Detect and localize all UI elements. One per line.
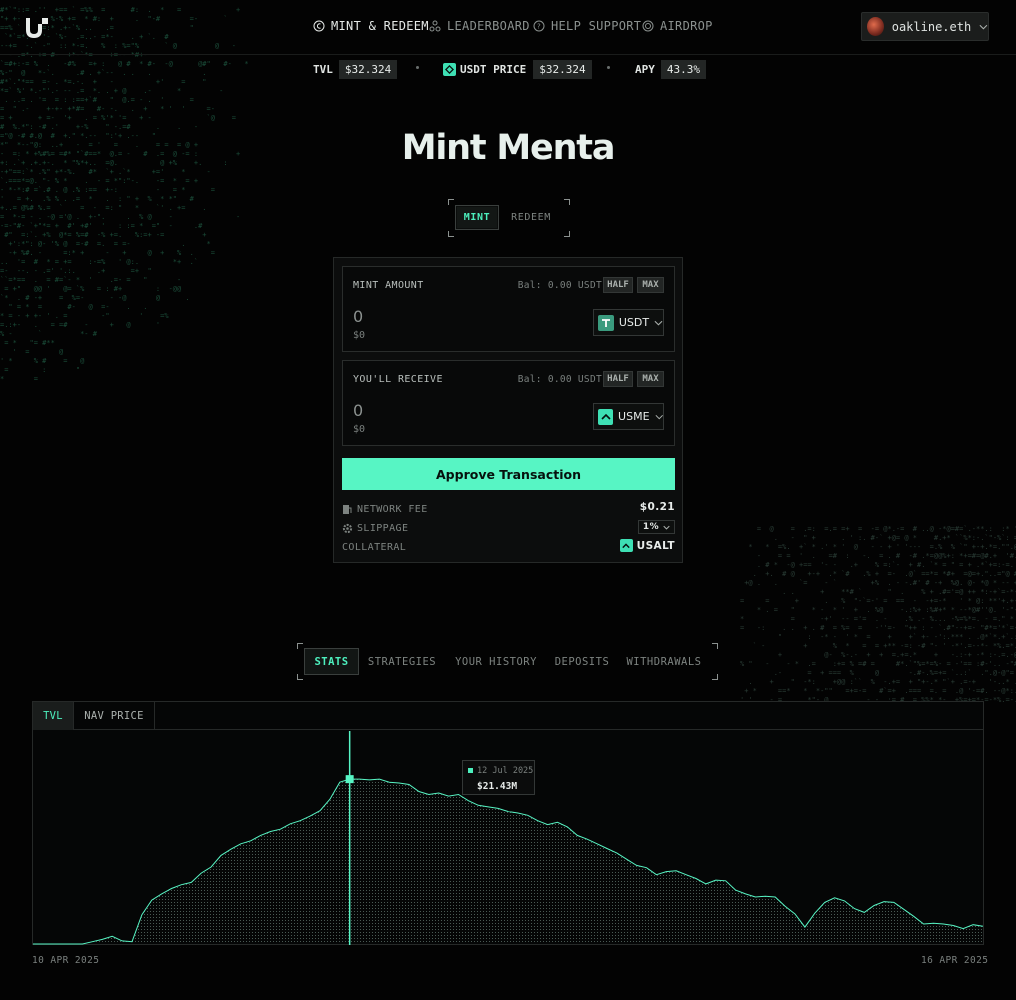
- network-fee-label: NETWORK FEE: [357, 503, 428, 515]
- usdt-icon: [443, 63, 456, 76]
- avatar: [867, 17, 884, 36]
- tooltip-date: 12 Jul 2025: [477, 766, 534, 776]
- max-button[interactable]: MAX: [637, 371, 664, 387]
- receive-usd-value: $0: [353, 424, 366, 435]
- separator-dot: [416, 66, 419, 69]
- nav-label: HELP SUPPORT: [551, 19, 642, 33]
- slippage-label: SLIPPAGE: [357, 522, 409, 534]
- mint-usd-value: $0: [353, 330, 366, 341]
- network-fee-row: NETWORK FEE $0.21: [342, 501, 675, 517]
- tab-your-history[interactable]: YOUR HISTORY: [451, 648, 541, 675]
- nav-label: AIRDROP: [660, 19, 713, 33]
- slippage-select[interactable]: 1%: [637, 520, 675, 534]
- stats-bar: TVL $32.324 USDT PRICE $32.324 APY 43.3%: [0, 54, 1016, 82]
- apy-stat: APY 43.3%: [635, 59, 706, 80]
- chart-tab-nav-price[interactable]: NAV PRICE: [74, 702, 155, 730]
- tooltip-value: $21.43M: [477, 781, 518, 792]
- collateral-row: COLLATERAL USALT: [342, 539, 675, 555]
- tvl-value: $32.324: [338, 60, 398, 79]
- nav-help-support[interactable]: ? HELP SUPPORT: [533, 19, 641, 33]
- mint-card: MINT AMOUNT Bal: 0.00 USDT HALF MAX 0 $0…: [333, 257, 683, 563]
- usalt-icon: [619, 539, 633, 552]
- chart-tooltip: 12 Jul 2025 $21.43M: [462, 760, 535, 795]
- mint-amount-label: MINT AMOUNT: [353, 280, 424, 291]
- chart-tabs: TVL NAV PRICE: [33, 702, 983, 730]
- stats-tabs: STATS STRATEGIES YOUR HISTORY DEPOSITS W…: [297, 643, 718, 680]
- top-nav: MINT & REDEEM LEADERBOARD ? HELP SUPPORT…: [0, 0, 1016, 54]
- chevron-down-icon: [655, 414, 663, 419]
- receive-panel: YOU'LL RECEIVE Bal: 0.00 USDT HALF MAX 0…: [342, 360, 675, 446]
- nav-leaderboard[interactable]: LEADERBOARD: [429, 19, 530, 33]
- page-title: Mint Menta: [401, 128, 616, 168]
- half-button[interactable]: HALF: [603, 371, 633, 387]
- leaderboard-icon: [429, 20, 441, 32]
- usdt-icon: [598, 314, 614, 331]
- receive-amount: 0: [353, 401, 364, 420]
- toggle-redeem[interactable]: REDEEM: [505, 205, 557, 230]
- nav-mint-redeem[interactable]: MINT & REDEEM: [313, 19, 429, 33]
- nav-label: LEADERBOARD: [447, 19, 530, 33]
- balance-text: Bal: 0.00 USDT: [517, 280, 602, 291]
- x-axis-end-label: 16 APR 2025: [921, 955, 989, 966]
- slippage-value: 1%: [642, 522, 659, 532]
- chevron-down-icon: [663, 525, 670, 530]
- airdrop-icon: [642, 20, 654, 32]
- mint-amount-input[interactable]: 0: [353, 307, 363, 326]
- balance-text: Bal: 0.00 USDT: [517, 374, 602, 385]
- half-button[interactable]: HALF: [603, 277, 633, 293]
- mint-amount-panel: MINT AMOUNT Bal: 0.00 USDT HALF MAX 0 $0…: [342, 266, 675, 352]
- collateral-value: USALT: [636, 539, 675, 552]
- tvl-label: TVL: [313, 63, 333, 76]
- wallet-address: oakline.eth: [891, 19, 972, 34]
- gear-icon: [342, 523, 353, 533]
- chart-area-fill: [33, 779, 983, 944]
- x-axis-start-label: 10 APR 2025: [32, 955, 100, 966]
- toggle-mint[interactable]: MINT: [455, 205, 499, 230]
- tab-stats[interactable]: STATS: [304, 648, 359, 675]
- tab-deposits[interactable]: DEPOSITS: [551, 648, 613, 675]
- network-fee-value: $0.21: [639, 501, 675, 513]
- apy-label: APY: [635, 63, 655, 76]
- usdt-price-label: USDT PRICE: [460, 63, 527, 76]
- fuel-icon: [343, 504, 352, 514]
- nav-label: MINT & REDEEM: [331, 19, 429, 33]
- usdt-price-value: $32.324: [533, 60, 592, 79]
- token-selector-usme[interactable]: USME: [593, 403, 664, 430]
- apy-value: 43.3%: [660, 60, 706, 79]
- tooltip-series-swatch: [468, 768, 473, 773]
- tab-withdrawals[interactable]: WITHDRAWALS: [624, 648, 704, 675]
- token-label: USME: [618, 410, 650, 423]
- chevron-down-icon: [979, 24, 988, 30]
- tvl-chart: TVL NAV PRICE: [32, 701, 984, 945]
- max-button[interactable]: MAX: [637, 277, 664, 293]
- tvl-stat: TVL $32.324: [313, 59, 398, 80]
- usme-icon: [598, 408, 614, 425]
- separator-dot: [607, 66, 610, 69]
- mint-redeem-toggle: MINT REDEEM: [448, 199, 570, 237]
- collateral-label: COLLATERAL: [342, 541, 407, 553]
- wallet-button[interactable]: oakline.eth: [861, 12, 989, 41]
- chart-hover-marker: [345, 775, 354, 784]
- token-label: USDT: [618, 316, 650, 329]
- help-icon: ?: [533, 20, 545, 32]
- tab-strategies[interactable]: STRATEGIES: [365, 648, 439, 675]
- chart-tab-tvl[interactable]: TVL: [33, 702, 74, 730]
- receive-label: YOU'LL RECEIVE: [353, 374, 443, 385]
- ascii-art-background: = @ = .=: =.= =+ = -= @*.-= # ..@ -*@=#=…: [740, 525, 1016, 704]
- chevron-down-icon: [654, 320, 663, 326]
- logo-icon[interactable]: [24, 16, 50, 40]
- slippage-row: SLIPPAGE 1%: [342, 520, 675, 536]
- mint-icon: [313, 20, 325, 32]
- usdt-price-stat: USDT PRICE $32.324: [443, 59, 592, 80]
- nav-airdrop[interactable]: AIRDROP: [642, 19, 713, 33]
- token-selector-usdt[interactable]: USDT: [593, 309, 664, 336]
- approve-transaction-button[interactable]: Approve Transaction: [342, 458, 675, 490]
- svg-text:?: ?: [537, 23, 541, 31]
